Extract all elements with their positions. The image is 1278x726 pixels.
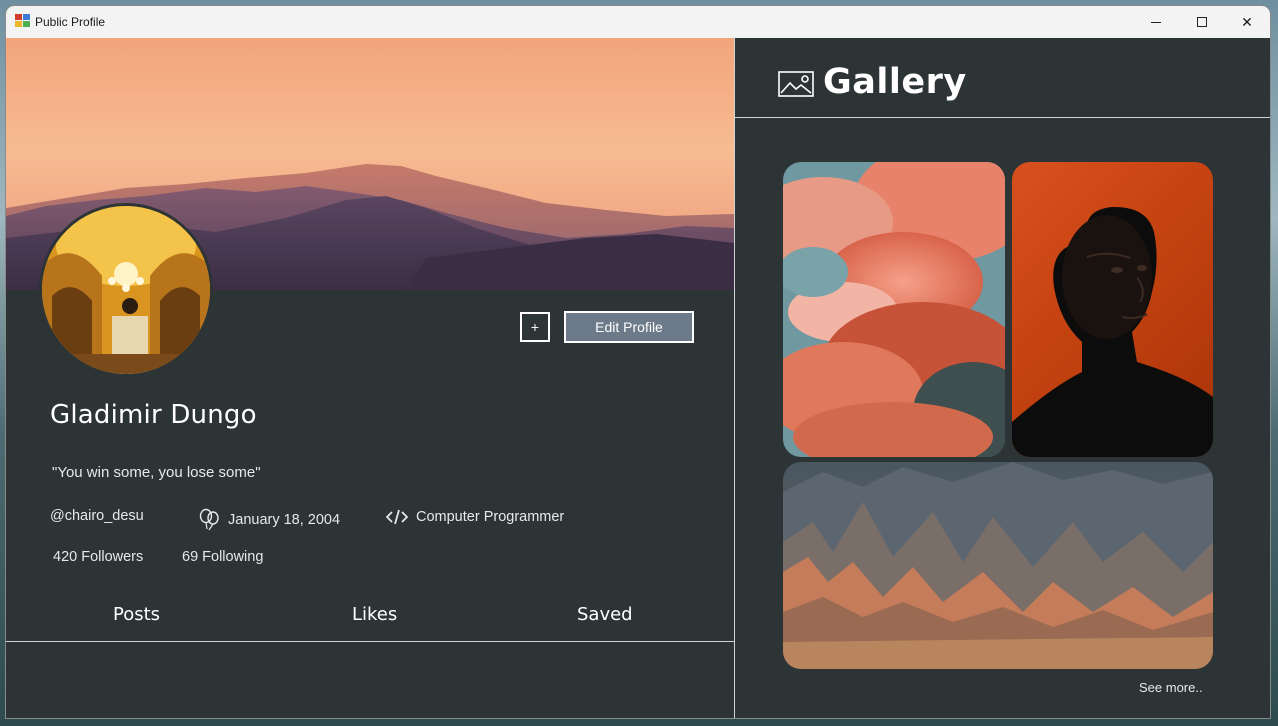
tab-likes[interactable]: Likes <box>352 604 397 625</box>
maximize-icon <box>1197 17 1207 27</box>
minimize-icon <box>1151 21 1161 23</box>
followers-count[interactable]: 420 Followers <box>53 549 143 565</box>
gallery-pane: Gallery See more.. <box>734 38 1270 718</box>
tab-posts[interactable]: Posts <box>113 604 160 625</box>
avatar-photo <box>42 206 210 374</box>
minimize-button[interactable] <box>1133 6 1179 38</box>
window-title: Public Profile <box>35 15 106 29</box>
edit-profile-button[interactable]: Edit Profile <box>564 311 694 343</box>
close-button[interactable]: ✕ <box>1224 6 1270 38</box>
avatar[interactable] <box>39 203 213 377</box>
profile-window: Public Profile ✕ + Edit Profile Gladimir… <box>6 6 1270 718</box>
balloons-icon <box>199 508 219 531</box>
profile-birthday: January 18, 2004 <box>198 508 340 532</box>
app-icon <box>15 14 31 28</box>
title-bar[interactable]: Public Profile ✕ <box>6 6 1270 38</box>
add-button[interactable]: + <box>520 312 550 342</box>
following-count[interactable]: 69 Following <box>182 549 263 565</box>
gallery-divider <box>735 117 1270 118</box>
gallery-image-mountains[interactable] <box>783 462 1213 669</box>
profile-name: Gladimir Dungo <box>50 400 257 430</box>
close-icon: ✕ <box>1241 13 1253 30</box>
profile-handle: @chairo_desu <box>50 508 144 524</box>
image-icon <box>778 71 814 97</box>
gallery-title: Gallery <box>823 62 967 102</box>
see-more-link[interactable]: See more.. <box>1139 680 1203 695</box>
tab-saved[interactable]: Saved <box>577 604 633 625</box>
profile-pane: + Edit Profile Gladimir Dungo "You win s… <box>6 38 734 718</box>
gallery-image-portrait[interactable] <box>1012 162 1213 457</box>
profile-occupation: Computer Programmer <box>386 508 564 526</box>
gallery-header: Gallery <box>735 38 1270 118</box>
birthday-text: January 18, 2004 <box>228 512 341 528</box>
handle-text: @chairo_desu <box>50 508 144 524</box>
gallery-image-clouds[interactable] <box>783 162 1005 457</box>
occupation-text: Computer Programmer <box>416 509 565 525</box>
profile-bio: "You win some, you lose some" <box>52 464 261 481</box>
code-icon <box>386 509 408 525</box>
tabs-divider <box>6 641 734 642</box>
maximize-button[interactable] <box>1179 6 1225 38</box>
